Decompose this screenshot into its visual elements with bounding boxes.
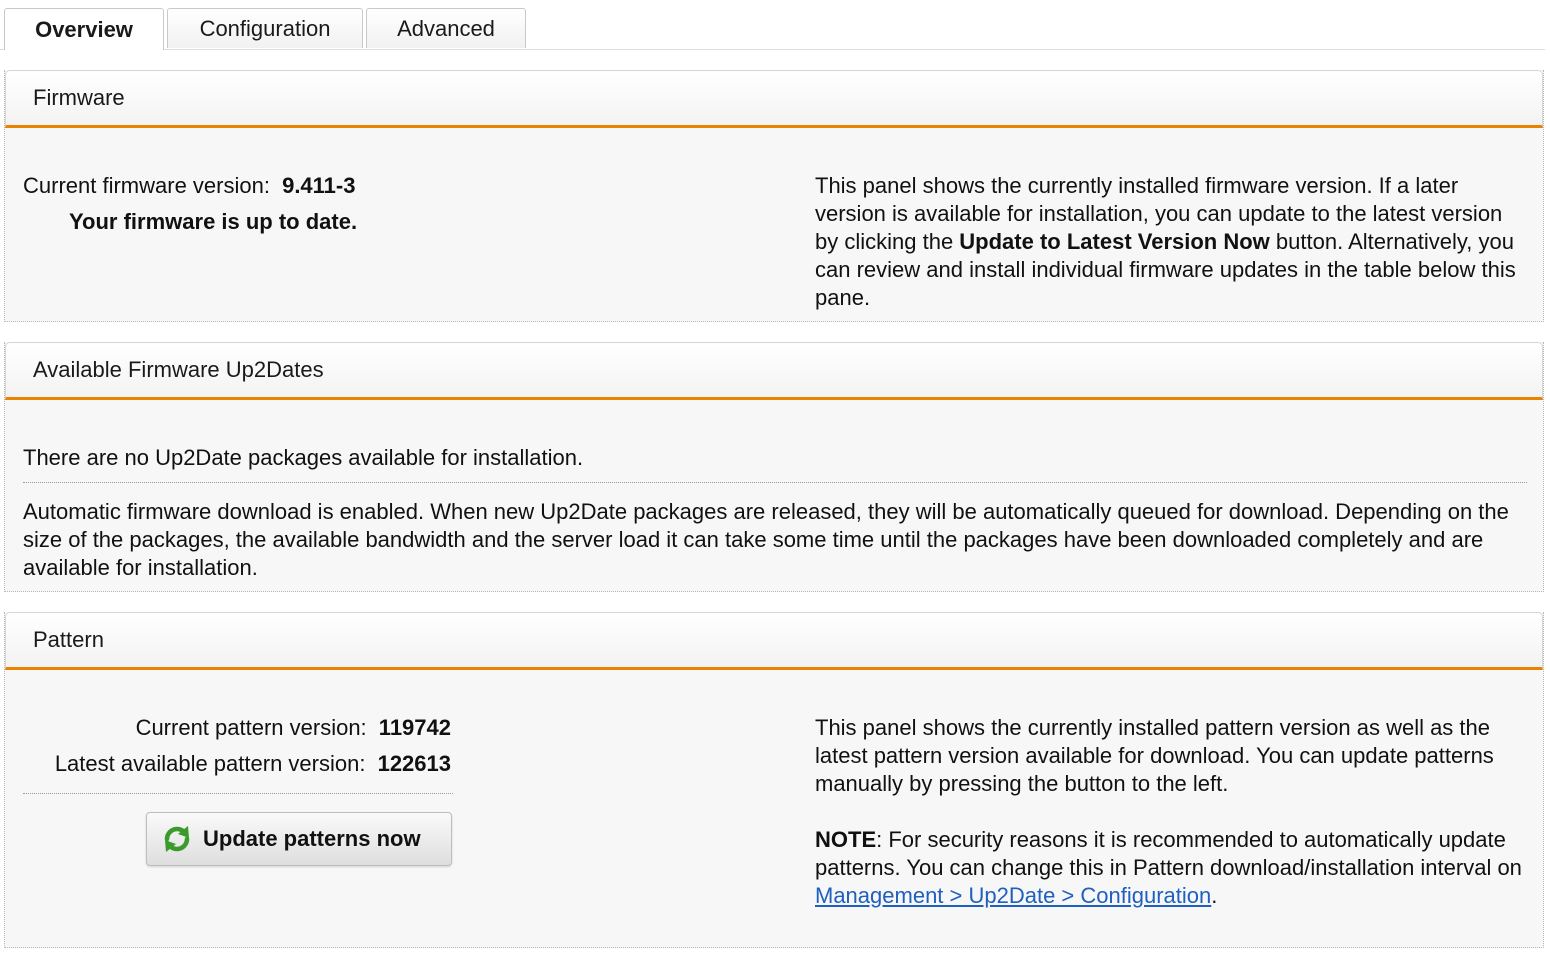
up2dates-auto-text: Automatic firmware download is enabled. … [23, 499, 1509, 580]
divider [23, 793, 453, 794]
refresh-icon [164, 826, 190, 852]
note-label: NOTE [815, 827, 877, 852]
divider [23, 482, 1527, 483]
up2dates-none-text: There are no Up2Date packages available … [23, 445, 584, 470]
firmware-panel: Firmware Current firmware version: 9.411… [4, 70, 1544, 322]
firmware-help-bold: Update to Latest Version Now [959, 229, 1270, 254]
pattern-panel: Pattern Current pattern version: 119742 … [4, 612, 1544, 948]
up2date-configuration-link[interactable]: Management > Up2Date > Configuration [815, 883, 1211, 908]
note-end: . [1211, 883, 1218, 908]
firmware-version-row: Current firmware version: 9.411-3 [23, 172, 355, 200]
note-text: : For security reasons it is recommended… [815, 827, 1522, 880]
pattern-panel-title: Pattern [5, 612, 1543, 670]
pattern-latest-value: 122613 [377, 751, 451, 776]
up2dates-panel-title: Available Firmware Up2Dates [5, 342, 1543, 400]
tab-advanced[interactable]: Advanced [366, 8, 526, 48]
update-patterns-button[interactable]: Update patterns now [146, 812, 452, 866]
firmware-version-value: 9.411-3 [282, 173, 356, 198]
firmware-panel-title: Firmware [5, 70, 1543, 128]
firmware-help-text: This panel shows the currently installed… [815, 172, 1530, 312]
firmware-version-label: Current firmware version: [23, 173, 270, 198]
pattern-latest-row: Latest available pattern version: 122613 [23, 750, 451, 778]
tab-overview[interactable]: Overview [4, 8, 164, 50]
pattern-current-label: Current pattern version: [135, 715, 367, 740]
pattern-current-row: Current pattern version: 119742 [23, 714, 451, 742]
tab-configuration[interactable]: Configuration [167, 8, 363, 48]
tab-bar: Overview Configuration Advanced [0, 0, 1545, 50]
pattern-note: NOTE: For security reasons it is recomme… [815, 826, 1530, 910]
firmware-status: Your firmware is up to date. [69, 209, 358, 234]
update-patterns-label: Update patterns now [203, 826, 421, 851]
up2dates-panel: Available Firmware Up2Dates There are no… [4, 342, 1544, 592]
pattern-help-text: This panel shows the currently installed… [815, 715, 1494, 796]
pattern-current-value: 119742 [378, 715, 451, 740]
pattern-latest-label: Latest available pattern version: [54, 751, 366, 776]
